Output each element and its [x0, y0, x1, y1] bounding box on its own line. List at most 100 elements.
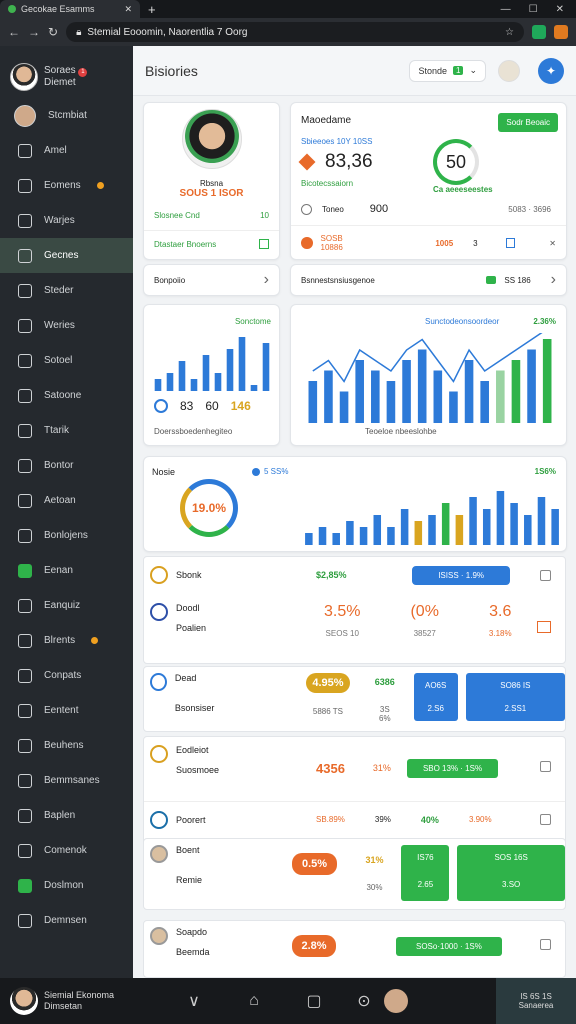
sidebar-item[interactable]: Eenan: [0, 553, 133, 588]
row-sub: 5886 TS: [312, 707, 343, 716]
browser-tab[interactable]: Gecokae Esamms ✕: [0, 0, 140, 18]
sidebar-item[interactable]: Amel: [0, 133, 133, 168]
bar-card-label: Sonctome: [234, 317, 271, 326]
row-tile-button[interactable]: SOS 16S 3.SO: [457, 845, 565, 901]
row-checkbox[interactable]: [540, 814, 551, 825]
notification-badge: 1: [78, 68, 88, 77]
row-action-button[interactable]: ISISS · 1.9%: [412, 565, 510, 585]
stats-tag-button[interactable]: Sodr Beoaic: [498, 113, 558, 132]
sidebar-item[interactable]: Weries: [0, 308, 133, 343]
back-icon[interactable]: ←: [8, 25, 20, 39]
chart-bar: [449, 391, 458, 423]
nav-icon: [18, 703, 32, 718]
sidebar-item-label: Weries: [44, 320, 75, 331]
user-avatar[interactable]: [498, 59, 520, 82]
chart-bar: [527, 349, 536, 423]
minimize-icon[interactable]: —: [501, 4, 511, 15]
close-tab-icon[interactable]: ✕: [124, 4, 132, 15]
row-checkbox[interactable]: [540, 939, 551, 950]
nav-icon: [18, 843, 32, 858]
sidebar-item[interactable]: Eentent: [0, 693, 133, 728]
table-row[interactable]: Doodl Poalien 3.5% SEOS 10 (0% 38527 3.6 3.1…: [144, 597, 565, 661]
nav-icon: [14, 104, 36, 127]
square-icon[interactable]: [505, 238, 516, 248]
chart-bar: [428, 515, 436, 545]
link-bonpoiio[interactable]: Bonpoiio ›: [143, 264, 280, 296]
table-row[interactable]: Poorert SB.89% 39% 40% 3.90%: [144, 801, 565, 837]
close-icon[interactable]: ✕: [549, 239, 556, 248]
chart-bar: [355, 360, 364, 423]
chart-bar: [402, 360, 411, 423]
extension-icon[interactable]: [554, 25, 568, 39]
radio-button[interactable]: [301, 203, 312, 215]
list-group: Boent Remie 0.5% 31% 30% IS76 2.65 SOS 16S…: [143, 838, 566, 910]
table-row[interactable]: Boent Remie 0.5% 31% 30% IS76 2.65 SOS 16S…: [144, 839, 565, 911]
sidebar-item[interactable]: Baplen: [0, 798, 133, 833]
stats-main-value: 83,36: [325, 151, 373, 172]
sidebar-profile[interactable]: Soraes 1 Diemet: [0, 46, 133, 98]
settings-icon[interactable]: ⊙: [344, 991, 384, 1011]
profile-name: Soraes 1 Diemet: [44, 65, 88, 89]
bookmark-star-icon[interactable]: ☆: [505, 27, 514, 38]
avatar[interactable]: [384, 989, 408, 1013]
bottom-right-panel[interactable]: IS 6S 1S Sanaerea: [496, 978, 576, 1024]
sidebar-item[interactable]: Stcmbiat: [0, 98, 133, 133]
chart-bar: [250, 385, 258, 391]
table-row[interactable]: Soapdo Beemda 2.8% SOSo·1000 · 1S%: [144, 921, 565, 979]
row-tile-button[interactable]: SO86 IS 2.SS1: [465, 673, 565, 721]
nav-icon: [18, 913, 32, 928]
maximize-icon[interactable]: ☐: [529, 4, 538, 15]
sidebar-item[interactable]: Satoone: [0, 378, 133, 413]
window-controls: — ☐ ✕: [501, 4, 576, 15]
stats-row2-value: 1005: [435, 238, 454, 248]
reload-icon[interactable]: ↻: [48, 25, 58, 39]
close-window-icon[interactable]: ✕: [556, 4, 564, 15]
sidebar-item[interactable]: Eanquiz: [0, 588, 133, 623]
edit-icon[interactable]: [537, 621, 551, 633]
home-icon[interactable]: ⌂: [224, 992, 284, 1010]
sidebar-item[interactable]: Sotoel: [0, 343, 133, 378]
table-row[interactable]: Dead Bsonsiser 4.95% 5886 TS 6386 3S 6% A…: [144, 667, 565, 733]
chart-bar: [262, 343, 270, 391]
sidebar-item[interactable]: Blrents: [0, 623, 133, 658]
link-bsnnest[interactable]: Bsnnestsnsiusgenoe SS 186 ›: [290, 264, 567, 296]
sidebar-item[interactable]: Conpats: [0, 658, 133, 693]
sidebar-item[interactable]: Warjes: [0, 203, 133, 238]
sidebar-item[interactable]: Aetoan: [0, 483, 133, 518]
tag-icon: [486, 276, 497, 284]
profile-checkbox[interactable]: [259, 239, 269, 249]
row-action-button[interactable]: SOSo·1000 · 1S%: [396, 937, 502, 956]
sidebar-item-label: Bontor: [44, 460, 74, 471]
sidebar-item[interactable]: Steder: [0, 273, 133, 308]
sidebar-item[interactable]: Comenok: [0, 833, 133, 868]
sidebar-item[interactable]: Bontor: [0, 448, 133, 483]
tab-favicon-icon: [8, 5, 16, 13]
extension-icon[interactable]: [532, 25, 546, 39]
chart-bar: [178, 361, 186, 391]
sidebar-item[interactable]: Bemmsanes: [0, 763, 133, 798]
sidebar-item[interactable]: Eomens: [0, 168, 133, 203]
url-field[interactable]: 🔒︎ Stemial Eooomin, Naorentlia 7 Oorg ☆: [66, 22, 524, 42]
row-tile-button[interactable]: AO6S 2.S6: [413, 673, 458, 721]
row-checkbox[interactable]: [540, 761, 551, 772]
action-fab-button[interactable]: ✦: [538, 57, 564, 84]
row-action-button[interactable]: SBO 13% · 1S%: [406, 759, 499, 778]
sidebar-item[interactable]: Ttarik: [0, 413, 133, 448]
stats-row-value: 900: [369, 203, 389, 215]
link-value: SS 186: [504, 275, 531, 285]
row-checkbox[interactable]: [540, 569, 551, 581]
sidebar-item[interactable]: Bonlojens: [0, 518, 133, 553]
sidebar-item[interactable]: Demnsen: [0, 903, 133, 938]
recents-icon[interactable]: ▢: [284, 991, 344, 1011]
chevron-down-icon[interactable]: ∨: [164, 991, 224, 1011]
row-tile-button[interactable]: IS76 2.65: [401, 845, 450, 901]
sidebar-item[interactable]: Gecnes: [0, 238, 133, 273]
filter-select[interactable]: Stonde 1 ⌄: [409, 59, 486, 82]
forward-icon[interactable]: →: [28, 25, 40, 39]
sidebar-item[interactable]: Beuhens: [0, 728, 133, 763]
chart-bar: [510, 503, 518, 545]
table-row[interactable]: Sbonk $2,85% ISISS · 1.9%: [144, 557, 565, 593]
sidebar-item[interactable]: Doslmon: [0, 868, 133, 903]
table-row[interactable]: Eodleiot Suosmoee 4356 31% SBO 13% · 1S%: [144, 741, 565, 797]
new-tab-icon[interactable]: +: [148, 2, 156, 17]
